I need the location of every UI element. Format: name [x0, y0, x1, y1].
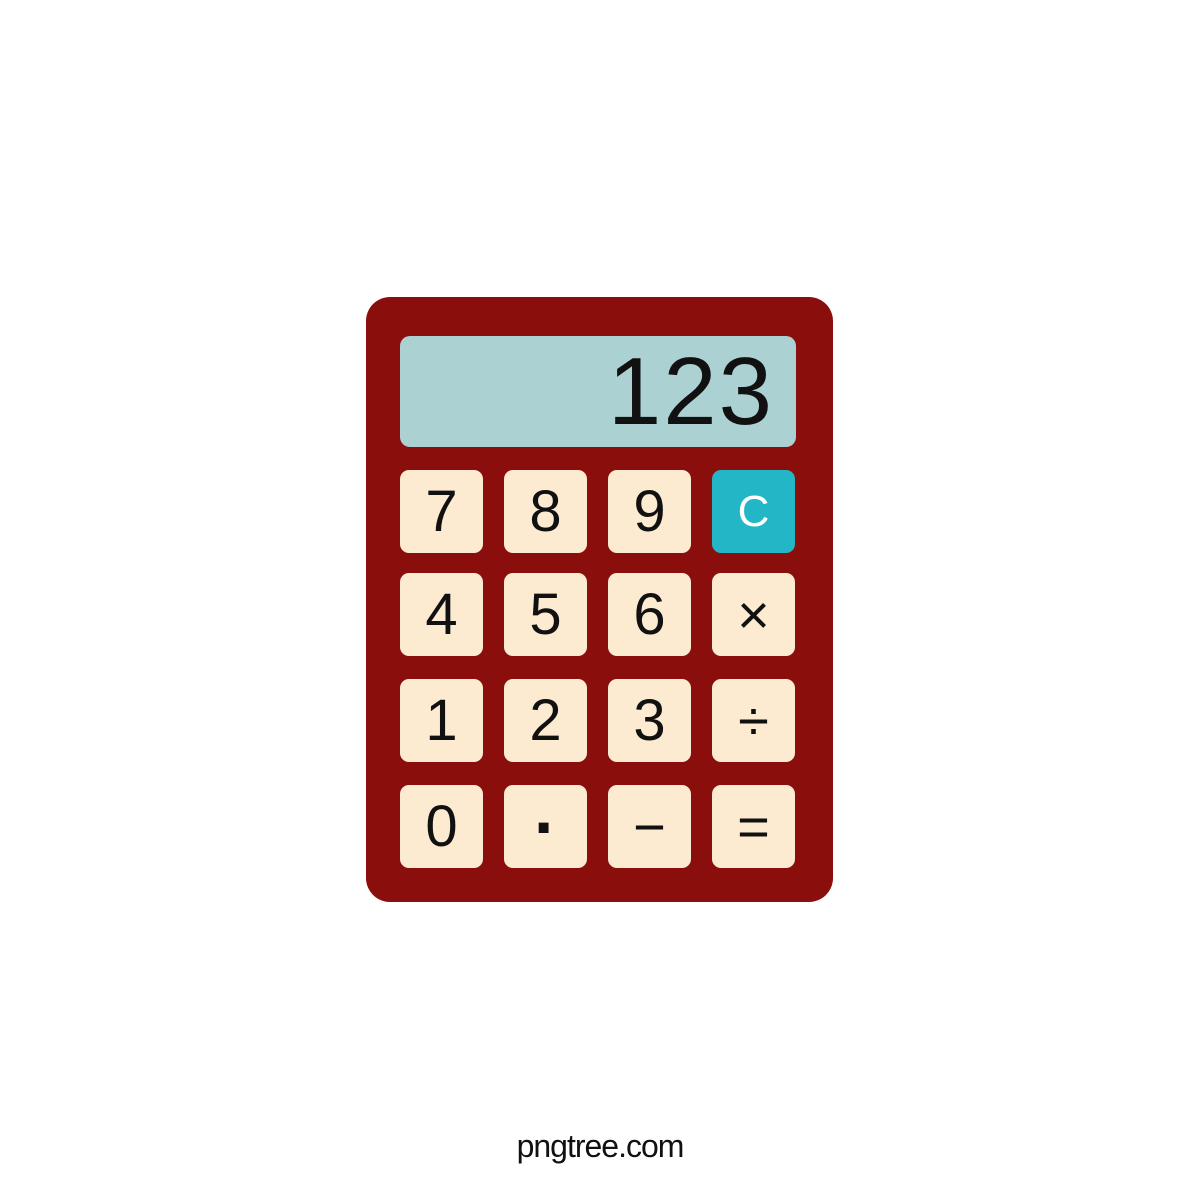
- divide-button[interactable]: ÷: [712, 679, 795, 762]
- key-9[interactable]: 9: [608, 470, 691, 553]
- calculator-body: 123 7 8 9 C 4 5 6 × 1 2 3 ÷ 0 · − =: [366, 297, 833, 902]
- watermark-text: pngtree.com: [516, 1128, 685, 1164]
- key-0[interactable]: 0: [400, 785, 483, 868]
- key-6[interactable]: 6: [608, 573, 691, 656]
- key-1[interactable]: 1: [400, 679, 483, 762]
- key-5[interactable]: 5: [504, 573, 587, 656]
- decimal-point-button[interactable]: ·: [504, 785, 587, 868]
- multiply-button[interactable]: ×: [712, 573, 795, 656]
- calculator-display: 123: [400, 336, 796, 447]
- key-7[interactable]: 7: [400, 470, 483, 553]
- key-3[interactable]: 3: [608, 679, 691, 762]
- display-value: 123: [607, 337, 774, 445]
- canvas: 123 7 8 9 C 4 5 6 × 1 2 3 ÷ 0 · − = pngt…: [0, 0, 1200, 1200]
- equals-button[interactable]: =: [712, 785, 795, 868]
- clear-button[interactable]: C: [712, 470, 795, 553]
- key-4[interactable]: 4: [400, 573, 483, 656]
- key-2[interactable]: 2: [504, 679, 587, 762]
- key-8[interactable]: 8: [504, 470, 587, 553]
- minus-button[interactable]: −: [608, 785, 691, 868]
